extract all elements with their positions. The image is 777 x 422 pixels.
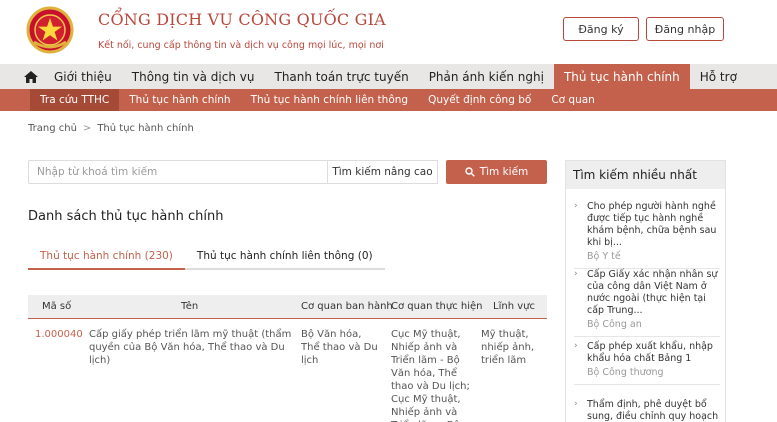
search-icon bbox=[465, 167, 475, 177]
site-header: CỔNG DỊCH VỤ CÔNG QUỐC GIA Kết nối, cung… bbox=[0, 0, 777, 64]
chevron-right-icon: › bbox=[574, 341, 578, 351]
chevron-right-icon: › bbox=[574, 201, 578, 211]
advanced-search-button[interactable]: Tìm kiếm nâng cao bbox=[327, 160, 438, 184]
breadcrumb-home[interactable]: Trang chủ bbox=[28, 123, 77, 134]
login-button[interactable]: Đăng nhập bbox=[646, 17, 724, 41]
tab-lien-thong[interactable]: Thủ tục hành chính liên thông (0) bbox=[184, 244, 385, 270]
col-header-co-quan-thuc-hien: Cơ quan thực hiện bbox=[391, 301, 483, 312]
row-executor: Cục Mỹ thuật, Nhiếp ảnh và Triển lãm - B… bbox=[391, 329, 470, 422]
most-searched-title: Tìm kiếm nhiều nhất bbox=[566, 161, 725, 189]
most-searched-item-title[interactable]: Thẩm định, phê duyệt bổ sung, điều chỉnh… bbox=[587, 399, 720, 422]
most-searched-item-title[interactable]: Cấp phép xuất khẩu, nhập khẩu hóa chất B… bbox=[587, 341, 720, 365]
register-button[interactable]: Đăng ký bbox=[563, 17, 639, 41]
row-name[interactable]: Cấp giấy phép triển lãm mỹ thuật (thẩm q… bbox=[89, 328, 294, 367]
chevron-right-icon: › bbox=[574, 269, 578, 279]
subnav-item-tra-cuu[interactable]: Tra cứu TTHC bbox=[30, 89, 120, 111]
most-searched-item[interactable]: › Cấp Giấy xác nhận nhân sự của công dân… bbox=[574, 269, 720, 337]
subnav-item-lien-thong[interactable]: Thủ tục hành chính liên thông bbox=[241, 89, 418, 111]
list-title: Danh sách thủ tục hành chính bbox=[28, 209, 224, 224]
most-searched-item-org: Bộ Công thương bbox=[587, 367, 664, 378]
most-searched-item-title[interactable]: Cho phép người hành nghề được tiếp tục h… bbox=[587, 201, 720, 249]
home-link[interactable] bbox=[0, 64, 44, 89]
national-emblem-icon[interactable] bbox=[26, 6, 74, 54]
most-searched-item-title[interactable]: Cấp Giấy xác nhận nhân sự của công dân V… bbox=[587, 269, 720, 317]
most-searched-panel: Tìm kiếm nhiều nhất › Cho phép người hàn… bbox=[565, 160, 726, 422]
table-row[interactable]: 1.000040 Cấp giấy phép triển lãm mỹ thuậ… bbox=[28, 320, 547, 422]
search-button-label: Tìm kiếm bbox=[479, 166, 529, 178]
most-searched-item[interactable]: › Cho phép người hành nghề được tiếp tục… bbox=[574, 201, 720, 269]
breadcrumb-current: Thủ tục hành chính bbox=[97, 123, 194, 134]
nav-item-ho-tro[interactable]: Hỗ trợ bbox=[690, 64, 747, 89]
home-icon bbox=[24, 70, 38, 83]
row-issuer: Bộ Văn hóa, Thể thao và Du lịch bbox=[301, 329, 378, 366]
row-code[interactable]: 1.000040 bbox=[35, 328, 89, 341]
row-field: Mỹ thuật, nhiếp ảnh, triển lãm bbox=[481, 329, 535, 366]
nav-item-thu-tuc-hanh-chinh[interactable]: Thủ tục hành chính bbox=[553, 64, 690, 89]
col-header-ma-so: Mã số bbox=[42, 301, 72, 312]
most-searched-item[interactable]: › Cấp phép xuất khẩu, nhập khẩu hóa chất… bbox=[574, 341, 720, 385]
subnav-item-quyet-dinh[interactable]: Quyết định công bố bbox=[418, 89, 541, 111]
nav-item-thanh-toan[interactable]: Thanh toán trực tuyến bbox=[264, 64, 418, 89]
nav-item-phan-anh[interactable]: Phản ánh kiến nghị bbox=[419, 64, 554, 89]
col-header-ten: Tên bbox=[181, 301, 199, 312]
search-input[interactable] bbox=[28, 160, 328, 184]
site-title[interactable]: CỔNG DỊCH VỤ CÔNG QUỐC GIA bbox=[98, 10, 386, 29]
most-searched-item-org: Bộ Công an bbox=[587, 319, 642, 330]
tab-thu-tuc-hanh-chinh[interactable]: Thủ tục hành chính (230) bbox=[28, 244, 185, 270]
main-nav: Giới thiệu Thông tin và dịch vụ Thanh to… bbox=[0, 64, 777, 89]
search-button[interactable]: Tìm kiếm bbox=[446, 160, 547, 184]
subnav-item-thu-tuc[interactable]: Thủ tục hành chính bbox=[119, 89, 240, 111]
table-header: Mã số Tên Cơ quan ban hành Cơ quan thực … bbox=[28, 295, 547, 319]
most-searched-item-org: Bộ Y tế bbox=[587, 251, 621, 262]
breadcrumb: Trang chủ > Thủ tục hành chính bbox=[28, 123, 194, 134]
breadcrumb-separator: > bbox=[82, 123, 92, 134]
chevron-right-icon: › bbox=[574, 399, 578, 409]
sub-nav: Tra cứu TTHC Thủ tục hành chính Thủ tục … bbox=[0, 89, 777, 111]
col-header-co-quan-ban-hanh: Cơ quan ban hành bbox=[301, 301, 393, 312]
col-header-linh-vuc: Lĩnh vực bbox=[493, 301, 535, 312]
list-tabs: Thủ tục hành chính (230) Thủ tục hành ch… bbox=[28, 244, 385, 270]
site-subtitle: Kết nối, cung cấp thông tin và dịch vụ c… bbox=[98, 40, 384, 51]
nav-item-gioi-thieu[interactable]: Giới thiệu bbox=[44, 64, 122, 89]
most-searched-item[interactable]: › Thẩm định, phê duyệt bổ sung, điều chỉ… bbox=[574, 399, 720, 422]
nav-item-thong-tin-dich-vu[interactable]: Thông tin và dịch vụ bbox=[122, 64, 265, 89]
subnav-item-co-quan[interactable]: Cơ quan bbox=[541, 89, 605, 111]
